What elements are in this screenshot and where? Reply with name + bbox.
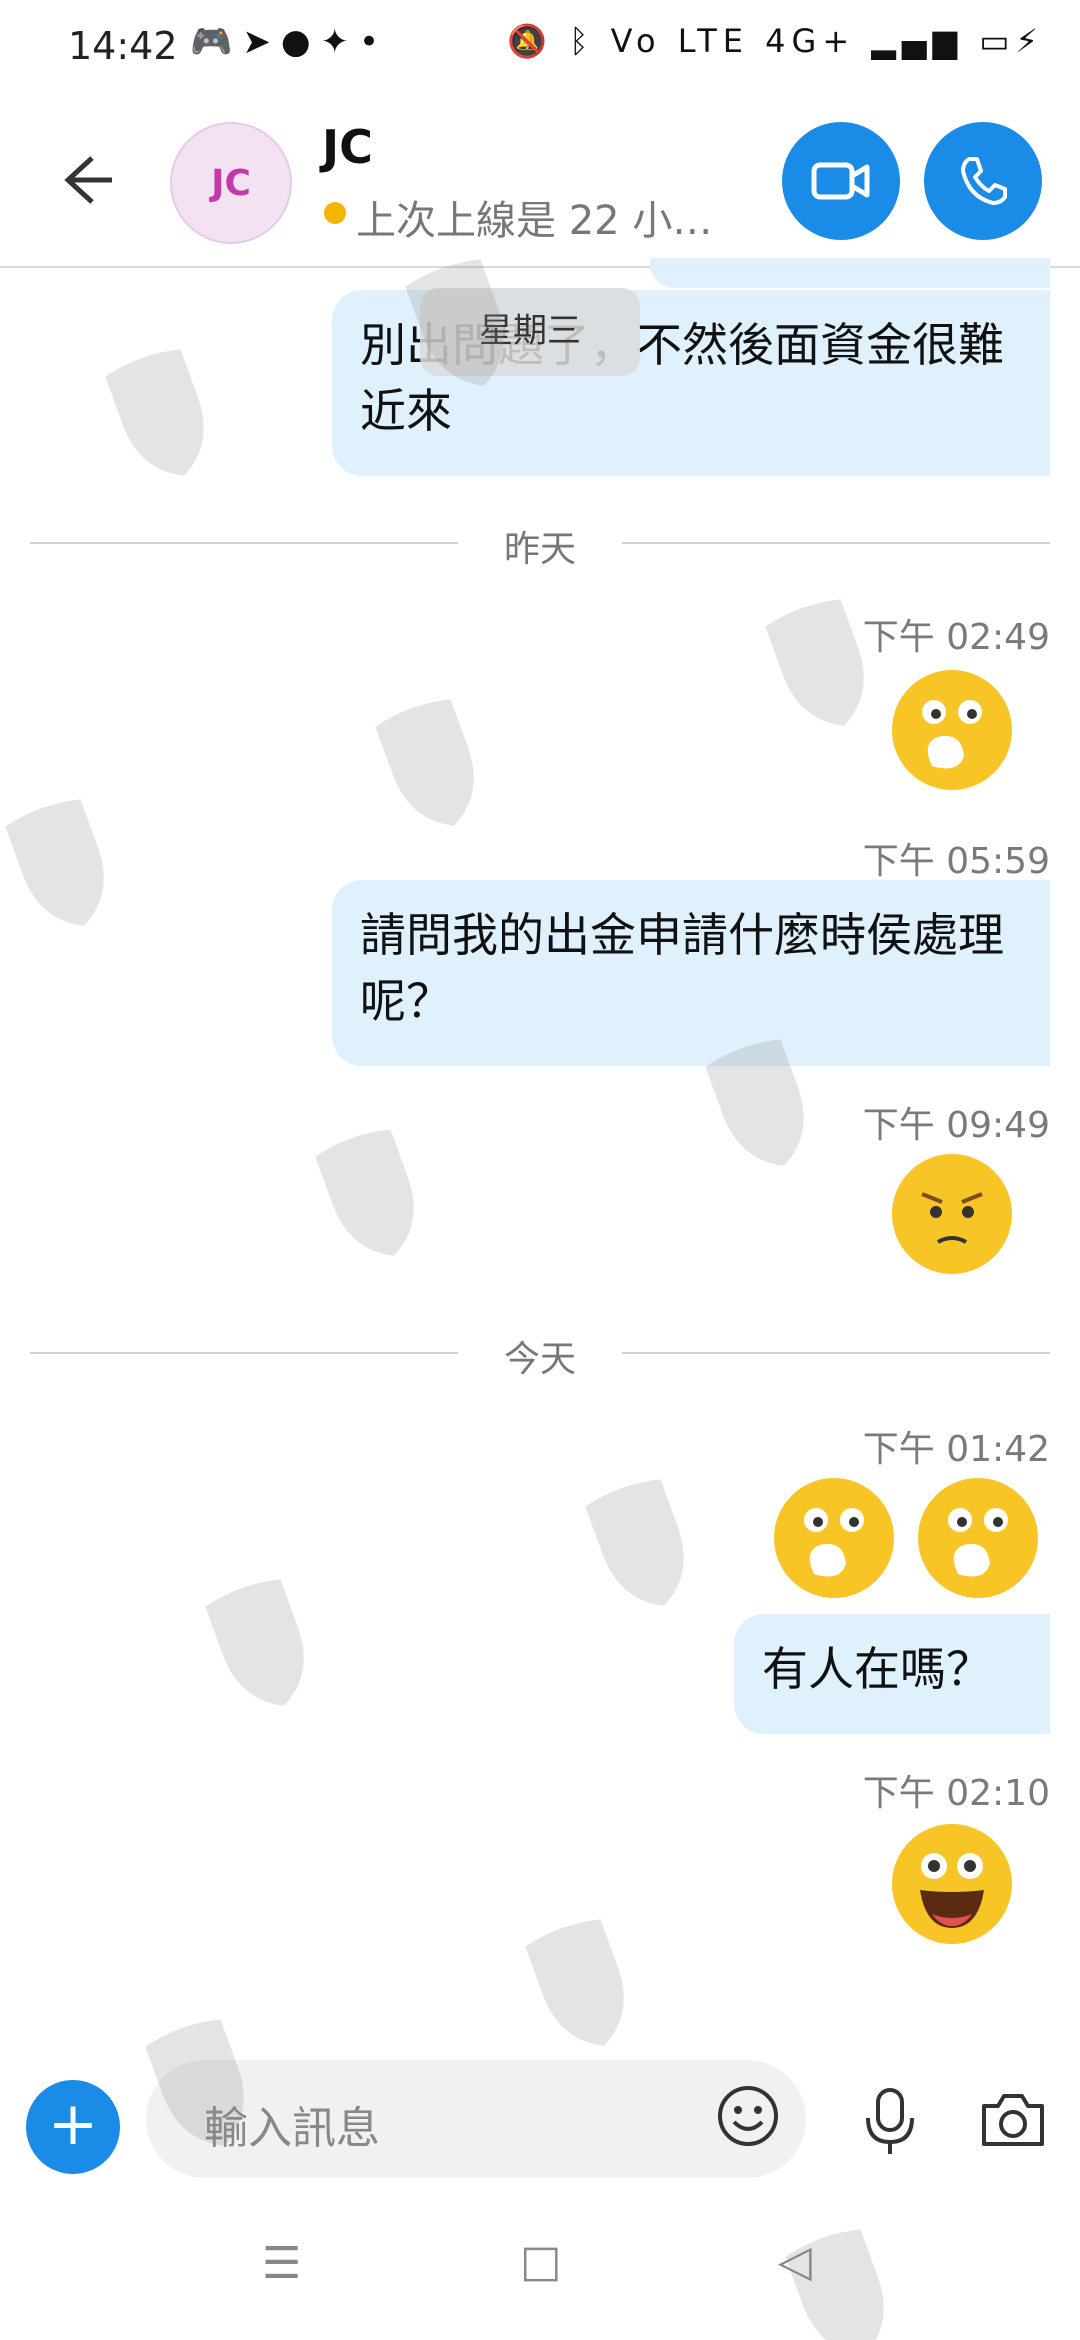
shield-watermark-icon — [5, 259, 884, 2340]
